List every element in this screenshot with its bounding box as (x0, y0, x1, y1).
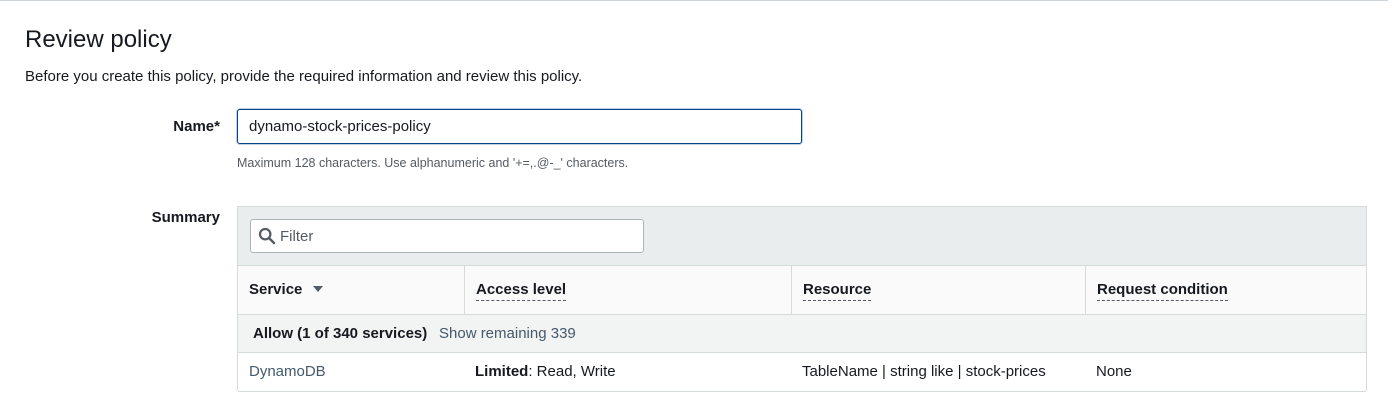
filter-field[interactable] (250, 219, 644, 253)
summary-table: Service Access level Resource Request co… (237, 206, 1367, 392)
name-label: Name* (173, 118, 220, 135)
column-header-label: Service (249, 281, 303, 298)
page-description: Before you create this policy, provide t… (25, 68, 583, 85)
caret-down-icon[interactable] (312, 286, 323, 293)
resource-cell: TableName | string like | stock-prices (802, 363, 1046, 380)
column-header-label: Resource (803, 281, 872, 301)
allow-group-row: Allow (1 of 340 services) Show remaining… (238, 315, 1366, 353)
top-divider (0, 0, 1388, 1)
request-condition-cell: None (1096, 363, 1132, 380)
show-remaining-link[interactable]: Show remaining 339 (439, 315, 576, 352)
table-row: DynamoDB Limited: Read, Write TableName … (238, 353, 1366, 392)
policy-name-input[interactable] (237, 109, 802, 144)
column-header-access-level[interactable]: Access level (464, 266, 791, 314)
page-title: Review policy (25, 26, 172, 53)
access-level-strong: Limited (475, 363, 529, 380)
filter-input[interactable] (280, 220, 635, 252)
column-header-service[interactable]: Service (238, 266, 464, 314)
summary-label: Summary (151, 209, 220, 226)
column-header-resource[interactable]: Resource (791, 266, 1085, 314)
search-icon (258, 227, 276, 245)
service-link[interactable]: DynamoDB (249, 353, 326, 391)
allow-group-label: Allow (1 of 340 services) (253, 325, 428, 342)
column-header-label: Request condition (1097, 281, 1228, 301)
name-helper-text: Maximum 128 characters. Use alphanumeric… (237, 156, 629, 170)
review-policy-page: Review policy Before you create this pol… (0, 0, 1400, 412)
column-header-request-condition[interactable]: Request condition (1085, 266, 1366, 314)
access-level-cell: Limited: Read, Write (475, 353, 616, 391)
column-header-label: Access level (476, 281, 567, 301)
column-header-row: Service Access level Resource Request co… (238, 266, 1366, 315)
summary-toolbar (238, 207, 1366, 266)
access-level-detail: : Read, Write (528, 363, 616, 380)
